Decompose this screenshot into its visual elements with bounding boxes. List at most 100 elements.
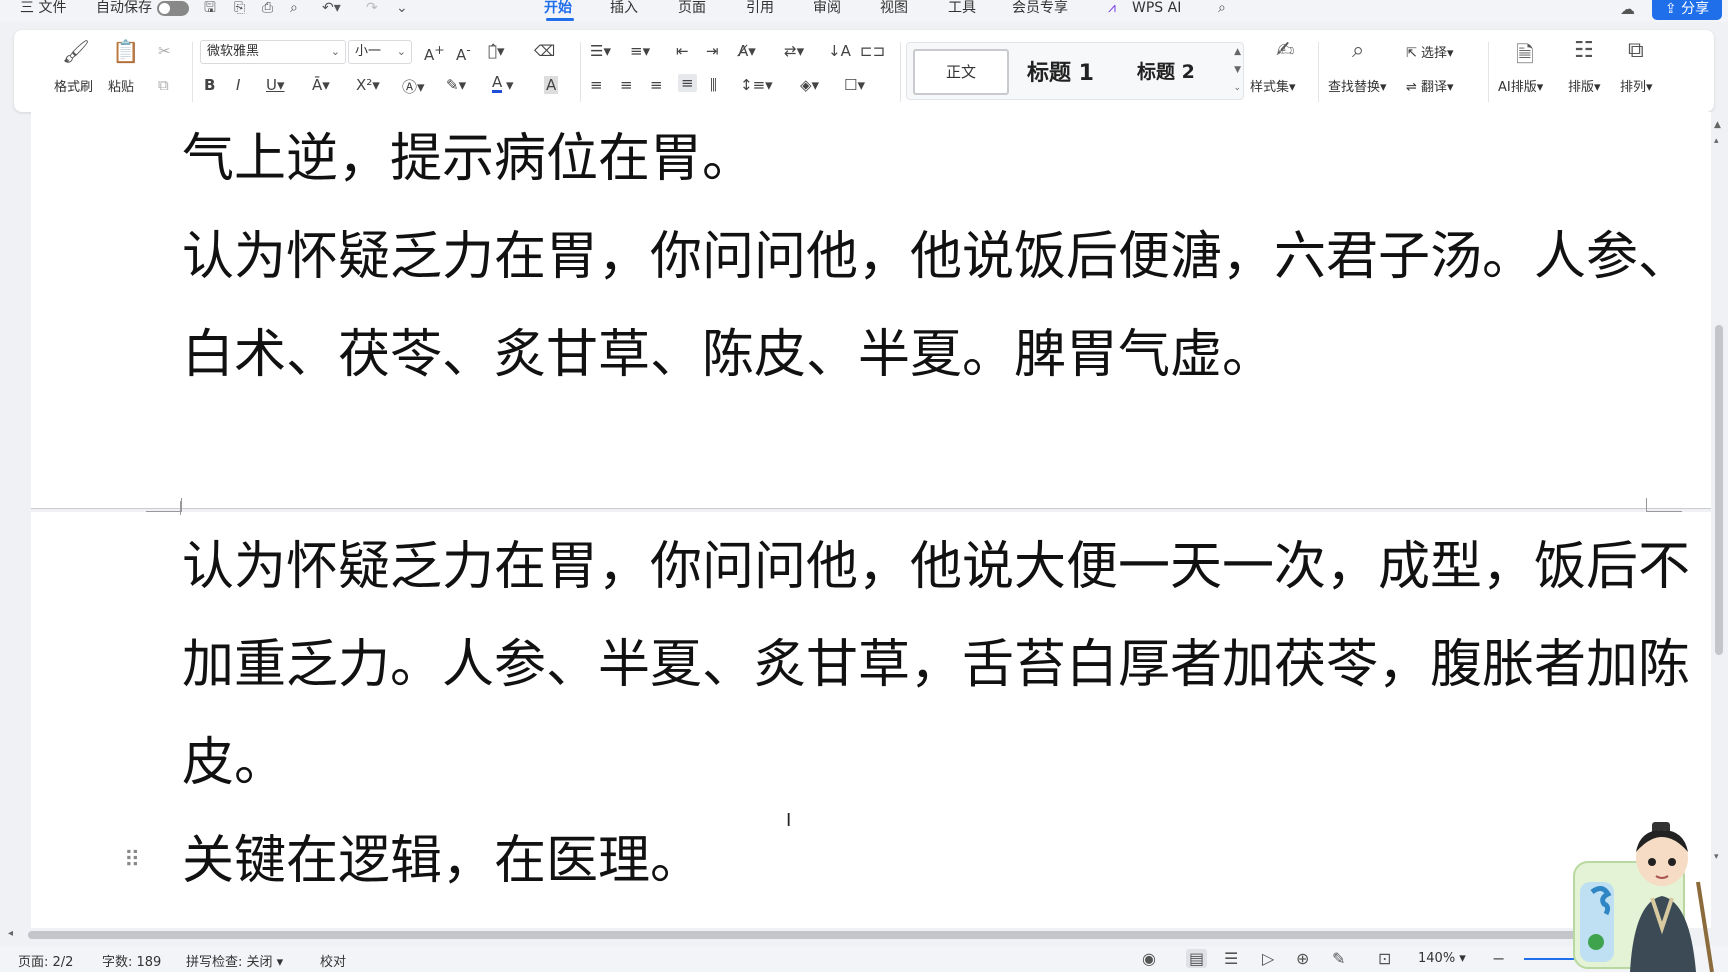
justify-icon[interactable]: ≡ (678, 74, 697, 92)
highlight-icon[interactable]: ✎▾ (446, 76, 466, 94)
tab-review[interactable]: 审阅 (813, 0, 841, 18)
style-expand-icon[interactable]: ⌄ (1233, 83, 1241, 93)
style-normal-button[interactable]: 正文 (913, 49, 1009, 95)
page-view-icon[interactable]: ▤ (1186, 949, 1208, 968)
text-effect-icon[interactable]: Ⓐ▾ (402, 76, 425, 97)
paragraph-line[interactable]: 白术、茯苓、炙甘草、陈皮、半夏。脾胃气虚。 (182, 325, 1274, 385)
page-indicator[interactable]: 页面: 2/2 (18, 951, 73, 970)
border-icon[interactable]: ☐▾ (844, 76, 865, 94)
format-painter-icon[interactable]: 🖌 (62, 40, 90, 65)
paste-button[interactable]: 粘贴 (108, 76, 134, 95)
scroll-left-icon[interactable]: ◂ (8, 928, 13, 939)
play-icon[interactable]: ▷ (1262, 949, 1274, 968)
autosave-toggle[interactable] (157, 1, 189, 16)
align-right-icon[interactable]: ≡ (650, 76, 663, 94)
search-icon[interactable]: ⌕ (1218, 0, 1226, 16)
arrange-button[interactable]: 排列▾ (1620, 76, 1653, 95)
font-name-select[interactable]: 微软雅黑 ⌄ (200, 40, 346, 64)
style-heading1-button[interactable]: 标题 1 (1027, 55, 1094, 87)
ai-layout-button[interactable]: AI排版▾ (1498, 76, 1543, 95)
arrange-icon[interactable]: ⧉ (1628, 38, 1644, 63)
sort-icon[interactable]: ↓A (828, 42, 851, 60)
paragraph-line[interactable]: 认为怀疑乏力在胃，你问问他，他说饭后便溏，六君子汤。人参、 (182, 227, 1690, 287)
export-icon[interactable]: ⎘ (234, 0, 245, 16)
save-icon[interactable]: 🖫 (204, 0, 216, 16)
eye-protection-icon[interactable]: ◉ (1142, 949, 1156, 968)
file-menu[interactable]: 三 文件 (20, 0, 66, 18)
decrease-indent-icon[interactable]: ⇤ (676, 42, 689, 60)
numbered-list-icon[interactable]: ≡▾ (630, 42, 650, 60)
find-replace-icon[interactable]: ⌕ (1352, 38, 1364, 63)
pen-icon[interactable]: ✎ (1332, 949, 1345, 968)
paragraph-line[interactable]: 加重乏力。人参、半夏、炙甘草，舌苔白厚者加茯苓，腹胀者加陈 (182, 635, 1690, 695)
proofread-button[interactable]: 校对 (320, 951, 346, 970)
swap-icon[interactable]: ⇄▾ (784, 42, 804, 60)
font-color-chevron-down-icon[interactable]: ▾ (506, 76, 514, 94)
tab-tools[interactable]: 工具 (948, 0, 976, 18)
layout-button[interactable]: 排版▾ (1568, 76, 1601, 95)
bold-icon[interactable]: B (204, 76, 215, 94)
tab-view[interactable]: 视图 (880, 0, 908, 18)
format-painter-button[interactable]: 格式刷 (54, 76, 93, 95)
tab-member[interactable]: 会员专享 (1012, 0, 1068, 18)
paragraph-drag-handle-icon[interactable]: ⠿ (124, 850, 140, 872)
copy-icon[interactable]: ⧉ (158, 76, 169, 94)
fit-page-icon[interactable]: ⊡ (1378, 949, 1391, 968)
paste-icon[interactable]: 📋 (112, 40, 139, 65)
undo-icon[interactable]: ↶▾ (322, 0, 341, 16)
word-count[interactable]: 字数: 189 (102, 951, 161, 970)
cut-icon[interactable]: ✂ (158, 42, 171, 60)
redo-icon[interactable]: ↷ (366, 0, 378, 16)
style-heading2-button[interactable]: 标题 2 (1137, 57, 1195, 84)
vertical-scroll-thumb[interactable] (1715, 325, 1723, 655)
tab-wps-ai[interactable]: WPS AI (1132, 0, 1181, 18)
line-spacing-icon[interactable]: ↕≡▾ (740, 76, 773, 94)
clear-format-icon[interactable]: ⌫ (534, 42, 555, 60)
select-button[interactable]: ⇱ 选择▾ (1406, 42, 1454, 61)
align-left-icon[interactable]: ≡ (590, 76, 603, 94)
font-shrink-icon[interactable]: A- (456, 42, 471, 64)
strikethrough-icon[interactable]: Ā▾ (312, 76, 330, 94)
zoom-level[interactable]: 140% ▾ (1418, 951, 1466, 966)
italic-icon[interactable]: I (236, 76, 240, 94)
layout-icon[interactable]: ☷ (1574, 38, 1594, 63)
tab-insert[interactable]: 插入 (610, 0, 638, 18)
paragraph-line[interactable]: 皮。 (182, 733, 286, 793)
align-center-icon[interactable]: ≡ (620, 76, 633, 94)
style-set-button[interactable]: 样式集▾ (1250, 76, 1296, 95)
ai-layout-icon[interactable]: 🗎 (1516, 38, 1534, 76)
font-grow-icon[interactable]: A+ (424, 42, 445, 64)
show-marks-icon[interactable]: ⊏⊐ (860, 42, 885, 60)
print-preview-icon[interactable]: ⌕ (290, 0, 298, 16)
bullet-list-icon[interactable]: ☰▾ (590, 42, 611, 60)
style-scroll-down-icon[interactable]: ▼ (1234, 65, 1241, 75)
outline-view-icon[interactable]: ☰ (1224, 949, 1238, 968)
spell-check-status[interactable]: 拼写检查: 关闭 ▾ (186, 951, 283, 970)
quick-access-chevron-down-icon[interactable]: ⌄ (396, 0, 408, 16)
paragraph-line[interactable]: 气上逆，提示病位在胃。 (182, 129, 754, 189)
horizontal-scroll-thumb[interactable] (28, 931, 1666, 939)
underline-icon[interactable]: U▾ (266, 76, 285, 94)
font-color-icon[interactable]: A (492, 74, 503, 93)
paragraph-line[interactable]: 关键在逻辑，在医理。 (182, 831, 702, 891)
tab-references[interactable]: 引用 (746, 0, 774, 18)
print-icon[interactable]: ⎙ (262, 0, 273, 16)
increase-indent-icon[interactable]: ⇥ (706, 42, 719, 60)
scroll-up-icon[interactable]: ▲ (1714, 120, 1721, 130)
font-size-select[interactable]: 小一 ⌄ (348, 40, 412, 64)
paragraph-line[interactable]: 认为怀疑乏力在胃，你问问他，他说大便一天一次，成型，饭后不 (182, 537, 1690, 597)
char-shading-icon[interactable]: A (544, 76, 559, 94)
share-button[interactable]: ⇪ 分享 (1652, 0, 1722, 20)
phonetic-guide-icon[interactable]: 文̂▾ (488, 42, 505, 60)
superscript-icon[interactable]: X²▾ (356, 76, 380, 94)
text-direction-icon[interactable]: A̸▾ (738, 42, 756, 60)
find-replace-button[interactable]: 查找替换▾ (1328, 76, 1387, 95)
translate-button[interactable]: ⇌ 翻译▾ (1406, 76, 1454, 95)
tab-page[interactable]: 页面 (678, 0, 706, 18)
shading-icon[interactable]: ◈▾ (800, 76, 819, 94)
zoom-out-icon[interactable]: − (1492, 949, 1505, 968)
distribute-icon[interactable]: ⫼ (710, 76, 717, 94)
style-scroll-up-icon[interactable]: ▲ (1234, 47, 1241, 57)
tab-home[interactable]: 开始 (544, 0, 572, 18)
scroll-up-icon[interactable]: ▴ (1714, 136, 1719, 146)
